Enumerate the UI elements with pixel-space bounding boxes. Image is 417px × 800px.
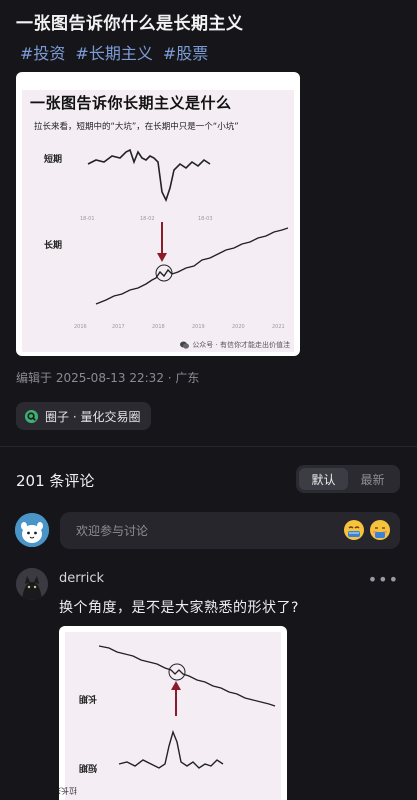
long-tick-3: 2018 [152, 324, 165, 330]
flipped-long-line [98, 645, 276, 707]
comment-text: 换个角度，是不是大家熟悉的形状了? [59, 600, 299, 616]
post-image-chart: 短期 18-01 18-02 18-03 长期 2016 2017 2018 2… [44, 148, 289, 330]
comments-count: 201 条评论 [16, 472, 95, 490]
flipped-long-label: 长期 [79, 693, 97, 705]
section-divider [0, 446, 417, 447]
post-image-footer-text: 公众号 · 有信你才能走出价值洼 [192, 341, 290, 349]
comment-input-box[interactable] [60, 512, 400, 549]
long-tick-6: 2021 [272, 324, 285, 330]
flipped-short-line [118, 729, 224, 769]
post-title: 一张图告诉你什么是长期主义 [16, 14, 244, 34]
cat-avatar-icon [16, 568, 48, 600]
flipped-subtitle: 拉长来看，短期中的“大坑”，在长期中只是一个“小坑” [59, 786, 77, 796]
comment-avatar[interactable] [16, 568, 48, 600]
circle-chip[interactable]: 圈子 · 量化交易圈 [16, 402, 152, 430]
long-tick-5: 2020 [232, 324, 245, 330]
circle-chip-label: 圈子 · 量化交易圈 [45, 409, 141, 424]
post-image-footer: 公众号 · 有信你才能走出价值洼 [180, 340, 290, 350]
grin-emoji-icon[interactable] [343, 519, 365, 541]
blush-emoji-icon[interactable] [369, 519, 391, 541]
current-user-avatar[interactable] [15, 513, 49, 547]
short-tick-1: 18-01 [80, 216, 95, 222]
short-tick-2: 18-02 [140, 216, 155, 222]
tag-stocks[interactable]: #股票 [163, 40, 208, 64]
flipped-short-label: 短期 [79, 762, 97, 774]
tag-invest[interactable]: #投资 [20, 40, 65, 64]
tag-longtermism[interactable]: #长期主义 [75, 40, 152, 64]
long-term-line [95, 227, 289, 305]
post-meta: 编辑于 2025-08-13 22:32 · 广东 [16, 371, 200, 385]
post-image[interactable]: 一张图告诉你长期主义是什么 拉长来看，短期中的“大坑”，在长期中只是一个“小坑”… [16, 72, 300, 356]
tag-list: #投资 #长期主义 #股票 [20, 40, 208, 64]
short-term-line [87, 148, 211, 203]
flipped-arrowhead [171, 681, 181, 690]
zoom-arrowhead [157, 253, 167, 262]
short-term-label: 短期 [44, 153, 62, 165]
comment-author-name[interactable]: derrick [59, 571, 104, 586]
long-term-label: 长期 [44, 239, 62, 251]
sort-latest-button[interactable]: 最新 [348, 468, 397, 490]
short-tick-3: 18-03 [198, 216, 213, 222]
comment-image-chart: 长期 短期 拉长来看，短期中的“大坑”，在长期中只是一个“小坑” [59, 645, 276, 796]
comment-sort-toggle: 默认 最新 [296, 465, 400, 493]
wechat-icon [180, 341, 190, 349]
small-dip-circle [155, 264, 173, 282]
long-tick-1: 2016 [74, 324, 87, 330]
comment-more-menu[interactable]: ••• [368, 570, 399, 589]
comment-input[interactable] [76, 512, 326, 549]
comment-image[interactable]: 长期 短期 拉长来看，短期中的“大坑”，在长期中只是一个“小坑” [59, 626, 287, 800]
sort-default-button[interactable]: 默认 [299, 468, 348, 490]
cartoon-avatar-icon [15, 513, 49, 547]
long-tick-4: 2019 [192, 324, 205, 330]
long-tick-2: 2017 [112, 324, 125, 330]
circle-icon [24, 409, 39, 423]
